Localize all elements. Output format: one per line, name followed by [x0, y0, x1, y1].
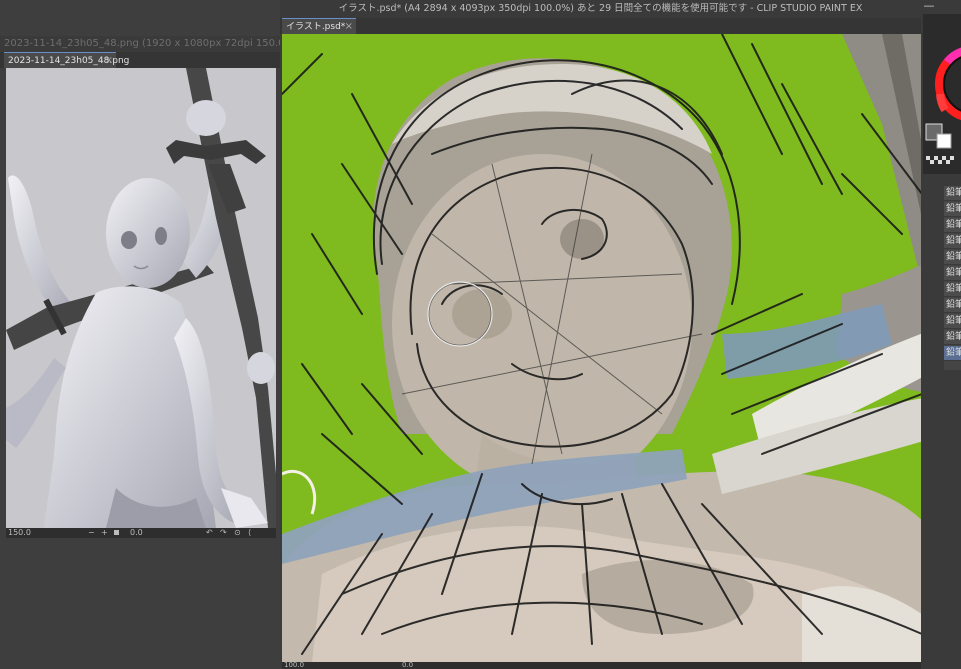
- reference-rotate-left-icon[interactable]: ↶: [206, 528, 213, 538]
- brush-item-selected[interactable]: 鉛筆: [944, 346, 961, 361]
- reference-image-canvas[interactable]: [6, 68, 276, 528]
- reference-fit-icon[interactable]: [114, 530, 119, 535]
- color-wheel-panel[interactable]: [923, 14, 961, 174]
- reference-tab-close-icon[interactable]: ×: [105, 53, 113, 69]
- brush-item[interactable]: 鉛筆: [944, 266, 961, 281]
- brush-item[interactable]: 鉛筆: [944, 330, 961, 345]
- minimize-icon[interactable]: —: [922, 0, 936, 14]
- main-angle-value[interactable]: 0.0: [402, 662, 413, 669]
- brush-subtool-list: 鉛筆 鉛筆 鉛筆 鉛筆 鉛筆 鉛筆 鉛筆 鉛筆 鉛筆 鉛筆 鉛筆: [944, 186, 961, 370]
- sub-color-swatch: [936, 133, 952, 149]
- reference-tab[interactable]: 2023-11-14_23h05_48.png ×: [4, 52, 129, 69]
- reference-zoom-out-button[interactable]: −: [88, 528, 95, 538]
- main-tab-close-icon[interactable]: ×: [345, 19, 353, 35]
- brush-item[interactable]: 鉛筆: [944, 250, 961, 265]
- brush-item[interactable]: 鉛筆: [944, 218, 961, 233]
- main-window-title: イラスト.psd* (A4 2894 x 4093px 350dpi 100.0…: [280, 0, 921, 18]
- reference-angle-value[interactable]: 0.0: [130, 528, 143, 538]
- brush-item[interactable]: 鉛筆: [944, 186, 961, 201]
- reference-zoom-value[interactable]: 150.0: [8, 528, 31, 538]
- reference-window-title: 2023-11-14_23h05_48.png (1920 x 1080px 7…: [0, 36, 280, 52]
- reference-tab-bar: 2023-11-14_23h05_48.png ×: [0, 52, 280, 68]
- drawing-canvas[interactable]: [282, 34, 947, 662]
- reference-rotate-right-icon[interactable]: ↷: [220, 528, 227, 538]
- reference-status-bar: 150.0 − + 0.0 ↶ ↷ ⊙ ⟨: [6, 528, 276, 538]
- brush-item[interactable]: 鉛筆: [944, 234, 961, 249]
- brush-item[interactable]: 鉛筆: [944, 202, 961, 217]
- main-tab-bar: イラスト.psd* ×: [280, 18, 921, 34]
- reference-zoom-in-button[interactable]: +: [101, 528, 108, 538]
- main-tab-label: イラスト.psd*: [286, 22, 346, 32]
- reference-reset-icon[interactable]: ⊙: [234, 528, 241, 538]
- brush-item[interactable]: 鉛筆: [944, 282, 961, 297]
- main-zoom-value[interactable]: 100.0: [284, 662, 304, 669]
- sketch-artwork: [282, 34, 947, 662]
- main-status-bar: 100.0 0.0: [282, 662, 947, 669]
- color-wheel-icon[interactable]: [923, 14, 961, 174]
- reference-flip-icon[interactable]: ⟨: [248, 528, 251, 538]
- brush-item[interactable]: 鉛筆: [944, 314, 961, 329]
- reference-3d-figure-image: [6, 68, 276, 528]
- main-tab[interactable]: イラスト.psd* ×: [282, 18, 356, 34]
- brush-item[interactable]: 鉛筆: [944, 298, 961, 313]
